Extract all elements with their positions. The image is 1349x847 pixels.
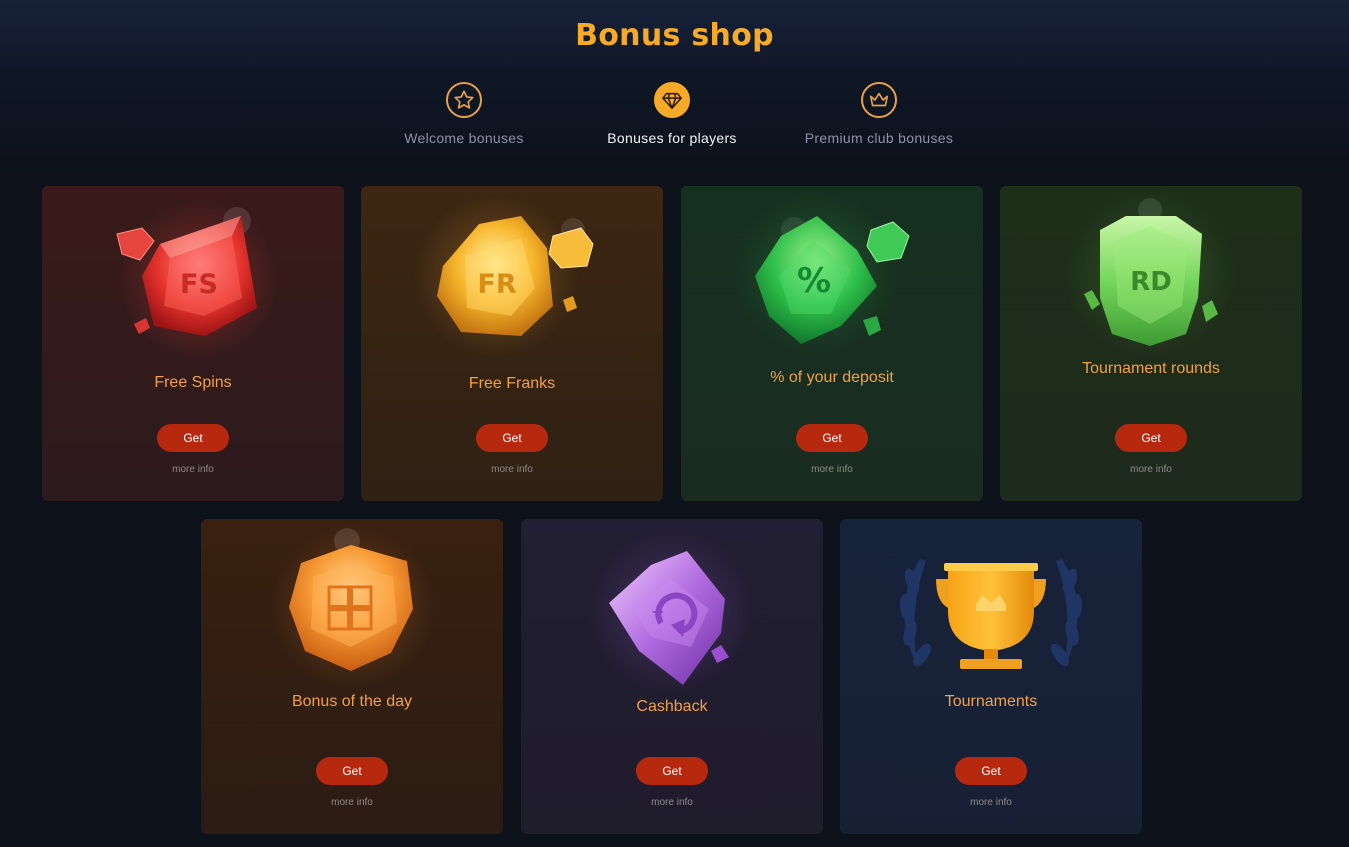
- card-title: Tournament rounds: [1082, 360, 1220, 377]
- purple-gem-icon: +: [521, 519, 823, 699]
- bonus-card-free-franks: FR Free Franks Get more info: [361, 186, 663, 501]
- tab-label: Welcome bonuses: [404, 130, 524, 146]
- tab-label: Premium club bonuses: [804, 130, 954, 146]
- star-icon: [446, 82, 482, 118]
- bonus-card-deposit: % % of your deposit Get more info: [681, 186, 983, 501]
- tab-label: Bonuses for players: [607, 130, 737, 146]
- more-info-link[interactable]: more info: [681, 464, 983, 475]
- bonus-card-free-spins: FS Free Spins Get more info: [42, 186, 344, 501]
- get-button[interactable]: Get: [636, 757, 708, 785]
- card-badge-text: %: [797, 261, 831, 301]
- card-title: Free Spins: [154, 374, 232, 391]
- tab-welcome-bonuses[interactable]: Welcome bonuses: [364, 82, 564, 146]
- gift-gem-icon: [201, 519, 503, 699]
- card-title: Tournaments: [944, 693, 1038, 710]
- bonus-card-bonus-of-the-day: Bonus of the day Get more info: [201, 519, 503, 834]
- get-button[interactable]: Get: [955, 757, 1027, 785]
- svg-text:+: +: [651, 602, 664, 621]
- more-info-link[interactable]: more info: [1000, 464, 1302, 475]
- card-title: Cashback: [636, 698, 708, 715]
- bonus-card-tournaments: Tournaments Get more info: [840, 519, 1142, 834]
- bonus-card-tournament-rounds: RD Tournament rounds Get more info: [1000, 186, 1302, 501]
- tab-premium-club-bonuses[interactable]: Premium club bonuses: [779, 82, 979, 146]
- card-badge-text: FR: [477, 269, 516, 300]
- page-title: Bonus shop: [575, 18, 774, 53]
- more-info-link[interactable]: more info: [361, 464, 663, 475]
- diamond-icon: [654, 82, 690, 118]
- lime-gem-icon: RD: [1000, 186, 1302, 366]
- get-button[interactable]: Get: [476, 424, 548, 452]
- crown-icon: [861, 82, 897, 118]
- get-button[interactable]: Get: [1115, 424, 1187, 452]
- yellow-gem-icon: FR: [361, 186, 663, 366]
- bonus-card-cashback: + Cashback Get more info: [521, 519, 823, 834]
- tab-bonuses-for-players[interactable]: Bonuses for players: [572, 82, 772, 146]
- more-info-link[interactable]: more info: [840, 797, 1142, 808]
- card-title: Bonus of the day: [291, 693, 413, 710]
- trophy-icon: [840, 519, 1142, 699]
- card-title: % of your deposit: [770, 369, 894, 386]
- bonus-tabs: Welcome bonuses Bonuses for players Prem…: [0, 82, 1349, 152]
- more-info-link[interactable]: more info: [521, 797, 823, 808]
- card-title: Free Franks: [468, 375, 556, 392]
- green-gem-icon: %: [681, 186, 983, 366]
- get-button[interactable]: Get: [316, 757, 388, 785]
- get-button[interactable]: Get: [796, 424, 868, 452]
- card-badge-text: RD: [1130, 267, 1172, 297]
- red-gem-icon: FS: [42, 186, 344, 366]
- more-info-link[interactable]: more info: [201, 797, 503, 808]
- card-badge-text: FS: [180, 269, 218, 300]
- get-button[interactable]: Get: [157, 424, 229, 452]
- more-info-link[interactable]: more info: [42, 464, 344, 475]
